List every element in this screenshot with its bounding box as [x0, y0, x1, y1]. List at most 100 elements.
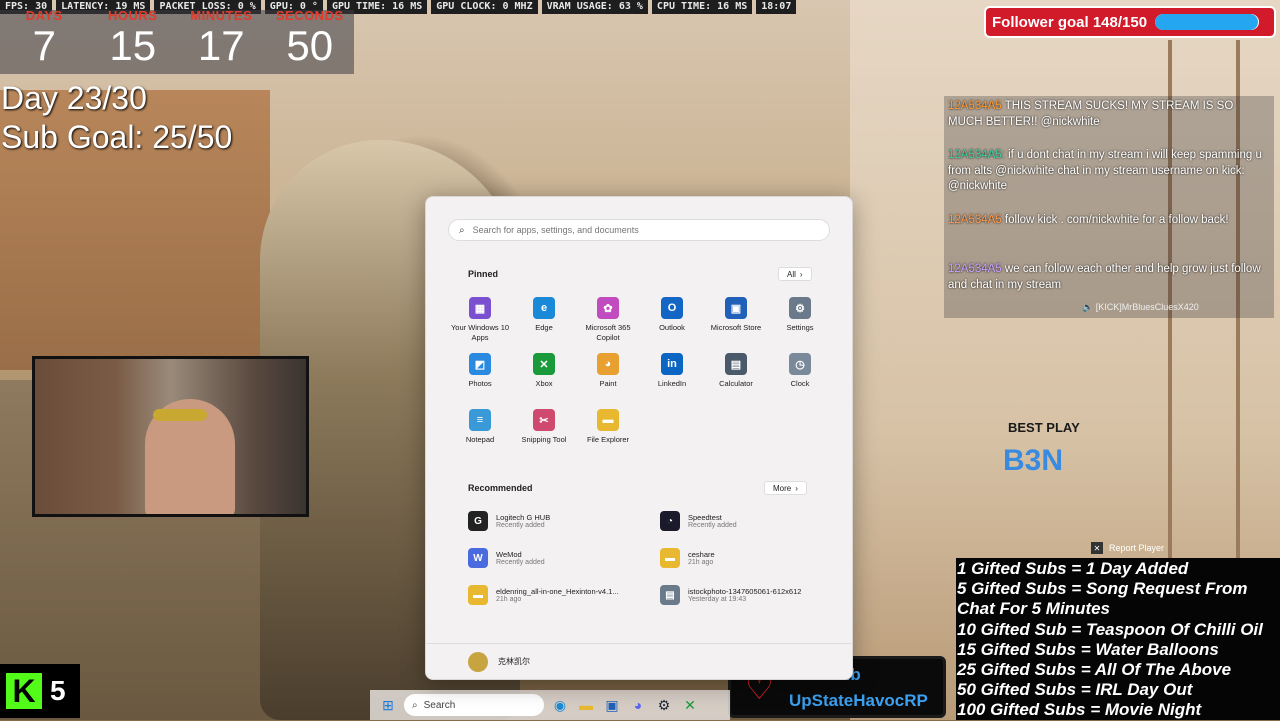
recommended-item[interactable]: ▬ eldenring_all-in-one_Hexinton-v4.1... 21…	[468, 585, 648, 605]
chat-message: 12A534A5 follow kick . com/nickwhite for…	[948, 213, 1268, 229]
pinned-app[interactable]: ▤ Calculator	[704, 353, 768, 389]
windows-taskbar: ⊞ ⌕ Search ◉ ▬ ▣ ◕ ⚙ ✕	[370, 690, 730, 720]
app-name: Paint	[599, 379, 617, 388]
recommended-item[interactable]: ◔ Speedtest Recently added	[660, 511, 840, 531]
app-icon: ✂	[533, 409, 555, 431]
countdown-minutes: MINUTES 17	[177, 9, 266, 74]
kick-count: 5	[50, 675, 66, 706]
avatar[interactable]	[468, 651, 488, 672]
app-icon: ◩	[469, 353, 491, 375]
user-name[interactable]: 克林凯尔	[498, 656, 530, 667]
stat-cpu-time: CPU TIME: 16 MS	[651, 0, 753, 14]
countdown-label: SECONDS	[275, 8, 344, 23]
app-name: Microsoft 365 Copilot	[585, 323, 631, 342]
chevron-right-icon: ›	[799, 269, 803, 279]
edge-icon[interactable]: ◉	[550, 695, 570, 715]
pinned-app[interactable]: ✕ Xbox	[512, 353, 576, 389]
gifted-sub-line: 10 Gifted Sub = Teaspoon Of Chilli Oil	[957, 619, 1263, 639]
app-name: Settings	[786, 323, 814, 332]
countdown-value: 50	[286, 22, 334, 69]
all-apps-button[interactable]: All ›	[778, 267, 812, 281]
pinned-app[interactable]: ▣ Microsoft Store	[704, 297, 768, 333]
app-name: LinkedIn	[657, 379, 687, 388]
recommended-name: Logitech G HUB	[496, 513, 551, 522]
app-name: Your Windows 10 Apps	[450, 323, 510, 342]
pinned-app[interactable]: ◩ Photos	[448, 353, 512, 389]
stat-gpu-clock: GPU CLOCK: 0 MHZ	[431, 0, 538, 14]
recommended-heading: Recommended	[468, 483, 533, 493]
steam-icon[interactable]: ⚙	[654, 695, 674, 715]
pinned-app[interactable]: ▬ File Explorer	[576, 409, 640, 445]
countdown-value: 15	[109, 22, 157, 69]
recommended-subtitle: 21h ago	[496, 596, 522, 603]
best-play-label: BEST PLAY	[1008, 420, 1080, 435]
file-icon: ▤	[660, 585, 680, 605]
xbox-icon[interactable]: ✕	[680, 695, 700, 715]
close-icon[interactable]: ✕	[1091, 542, 1103, 554]
recommended-name: istockphoto-1347605061-612x612	[688, 587, 802, 596]
chat-overlay: 12A534A5 THIS STREAM SUCKS! MY STREAM IS…	[944, 96, 1274, 318]
app-icon: ▣	[725, 297, 747, 319]
pinned-app[interactable]: O Outlook	[640, 297, 704, 333]
start-search-box[interactable]: ⌕	[448, 219, 830, 241]
gifted-sub-line: 5 Gifted Subs = Song Request From	[957, 579, 1248, 599]
pinned-app[interactable]: ◷ Clock	[768, 353, 832, 389]
pinned-app[interactable]: ≡ Notepad	[448, 409, 512, 445]
pinned-app[interactable]: ◕ Paint	[576, 353, 640, 389]
webcam-feed	[32, 356, 309, 517]
file-explorer-icon[interactable]: ▬	[576, 695, 596, 715]
more-button[interactable]: More ›	[764, 481, 807, 495]
app-icon: ▬	[597, 409, 619, 431]
speaker-icon: 🔈	[1082, 302, 1094, 312]
sub-goal: Sub Goal: 25/50	[1, 119, 233, 155]
chat-message: 12A534A5: if u dont chat in my stream i …	[948, 148, 1268, 195]
app-icon: ◕	[597, 353, 619, 375]
recommended-name: eldenring_all-in-one_Hexinton-v4.1...	[496, 587, 619, 596]
file-icon: W	[468, 548, 488, 568]
app-name: Calculator	[719, 379, 753, 388]
app-icon: ≡	[469, 409, 491, 431]
pinned-app[interactable]: ✿ Microsoft 365 Copilot	[576, 297, 640, 343]
recommended-name: ceshare	[688, 550, 715, 559]
app-icon: ✿	[597, 297, 619, 319]
gifted-sub-line: Chat For 5 Minutes	[957, 599, 1111, 619]
pinned-app[interactable]: ⚙ Settings	[768, 297, 832, 333]
report-player-label: Report Player	[1109, 543, 1165, 553]
countdown-label: DAYS	[25, 8, 63, 23]
chat-message: 12A534A5 we can follow each other and he…	[948, 262, 1268, 293]
taskbar-search[interactable]: ⌕ Search	[404, 694, 544, 716]
chat-message: 12A534A5 THIS STREAM SUCKS! MY STREAM IS…	[948, 99, 1268, 130]
pinned-app[interactable]: in LinkedIn	[640, 353, 704, 389]
pinned-app[interactable]: ▦ Your Windows 10 Apps	[448, 297, 512, 343]
follower-goal-label: Follower goal 148/150	[992, 13, 1148, 31]
gifted-sub-line: 100 Gifted Subs = Movie Night	[957, 700, 1202, 720]
kick-viewers-widget: K 5	[0, 664, 80, 718]
file-icon: ▬	[660, 548, 680, 568]
report-player-button[interactable]: ✕ Report Player	[1091, 542, 1164, 554]
pinned-app[interactable]: e Edge	[512, 297, 576, 333]
recommended-text: ceshare 21h ago	[688, 550, 715, 566]
store-icon[interactable]: ▣	[602, 695, 622, 715]
gifted-sub-line: 15 Gifted Subs = Water Balloons	[957, 639, 1219, 659]
recommended-subtitle: 21h ago	[688, 559, 714, 566]
chat-footer: 🔈 [KICK]MrBluesCluesX420	[1082, 302, 1199, 313]
pinned-app[interactable]: ✂ Snipping Tool	[512, 409, 576, 445]
recommended-item[interactable]: W WeMod Recently added	[468, 548, 648, 568]
recommended-text: eldenring_all-in-one_Hexinton-v4.1... 21h…	[496, 587, 619, 603]
app-icon: O	[661, 297, 683, 319]
windows-start-icon[interactable]: ⊞	[378, 695, 398, 715]
recommended-item[interactable]: ▬ ceshare 21h ago	[660, 548, 840, 568]
subathon-countdown: DAYS 7 HOURS 15 MINUTES 17 SECONDS 50	[0, 8, 354, 74]
search-icon: ⌕	[412, 699, 418, 711]
recommended-item[interactable]: ▤ istockphoto-1347605061-612x612 Yesterday…	[660, 585, 840, 605]
recommended-text: Logitech G HUB Recently added	[496, 513, 550, 529]
best-play-name: B3N	[1003, 444, 1064, 477]
app-icon: ✕	[533, 353, 555, 375]
recommended-item[interactable]: G Logitech G HUB Recently added	[468, 511, 648, 531]
app-name: Photos	[468, 379, 492, 388]
app-name: Edge	[535, 323, 553, 332]
discord-icon[interactable]: ◕	[628, 695, 648, 715]
file-icon: G	[468, 511, 488, 531]
chat-footer-user: [KICK]MrBluesCluesX420	[1095, 302, 1199, 312]
start-search-input[interactable]	[472, 225, 793, 235]
